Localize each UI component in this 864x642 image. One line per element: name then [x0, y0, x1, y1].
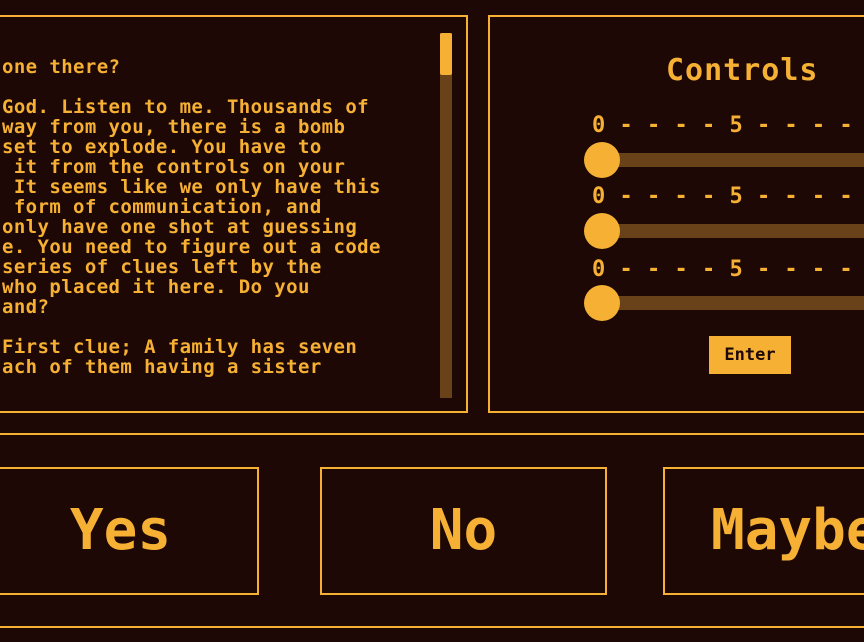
controls-title: Controls: [666, 53, 819, 88]
chat-log: one there? God. Listen to me. Thousands …: [2, 57, 381, 378]
enter-button[interactable]: Enter: [709, 336, 791, 374]
controls-panel: Controls 0 - - - - 5 - - - - - 0 - - - -…: [488, 15, 864, 413]
slider-1-track[interactable]: [600, 153, 864, 167]
slider-1-scale: 0 - - - - 5 - - - - -: [592, 113, 864, 138]
yes-button[interactable]: Yes: [0, 467, 259, 595]
chat-panel: one there? God. Listen to me. Thousands …: [0, 15, 468, 413]
slider-2-scale: 0 - - - - 5 - - - - -: [592, 184, 864, 209]
slider-3-scale: 0 - - - - 5 - - - - -: [592, 257, 864, 282]
slider-3-track[interactable]: [600, 296, 864, 310]
chat-scrollbar-thumb[interactable]: [440, 33, 452, 75]
slider-2-track[interactable]: [600, 224, 864, 238]
chat-scrollbar[interactable]: [440, 33, 452, 398]
slider-2-thumb[interactable]: [584, 213, 620, 249]
no-button[interactable]: No: [320, 467, 607, 595]
answer-panel: Yes No Maybe: [0, 433, 864, 628]
slider-1-thumb[interactable]: [584, 142, 620, 178]
maybe-button[interactable]: Maybe: [663, 467, 864, 595]
slider-3-thumb[interactable]: [584, 285, 620, 321]
